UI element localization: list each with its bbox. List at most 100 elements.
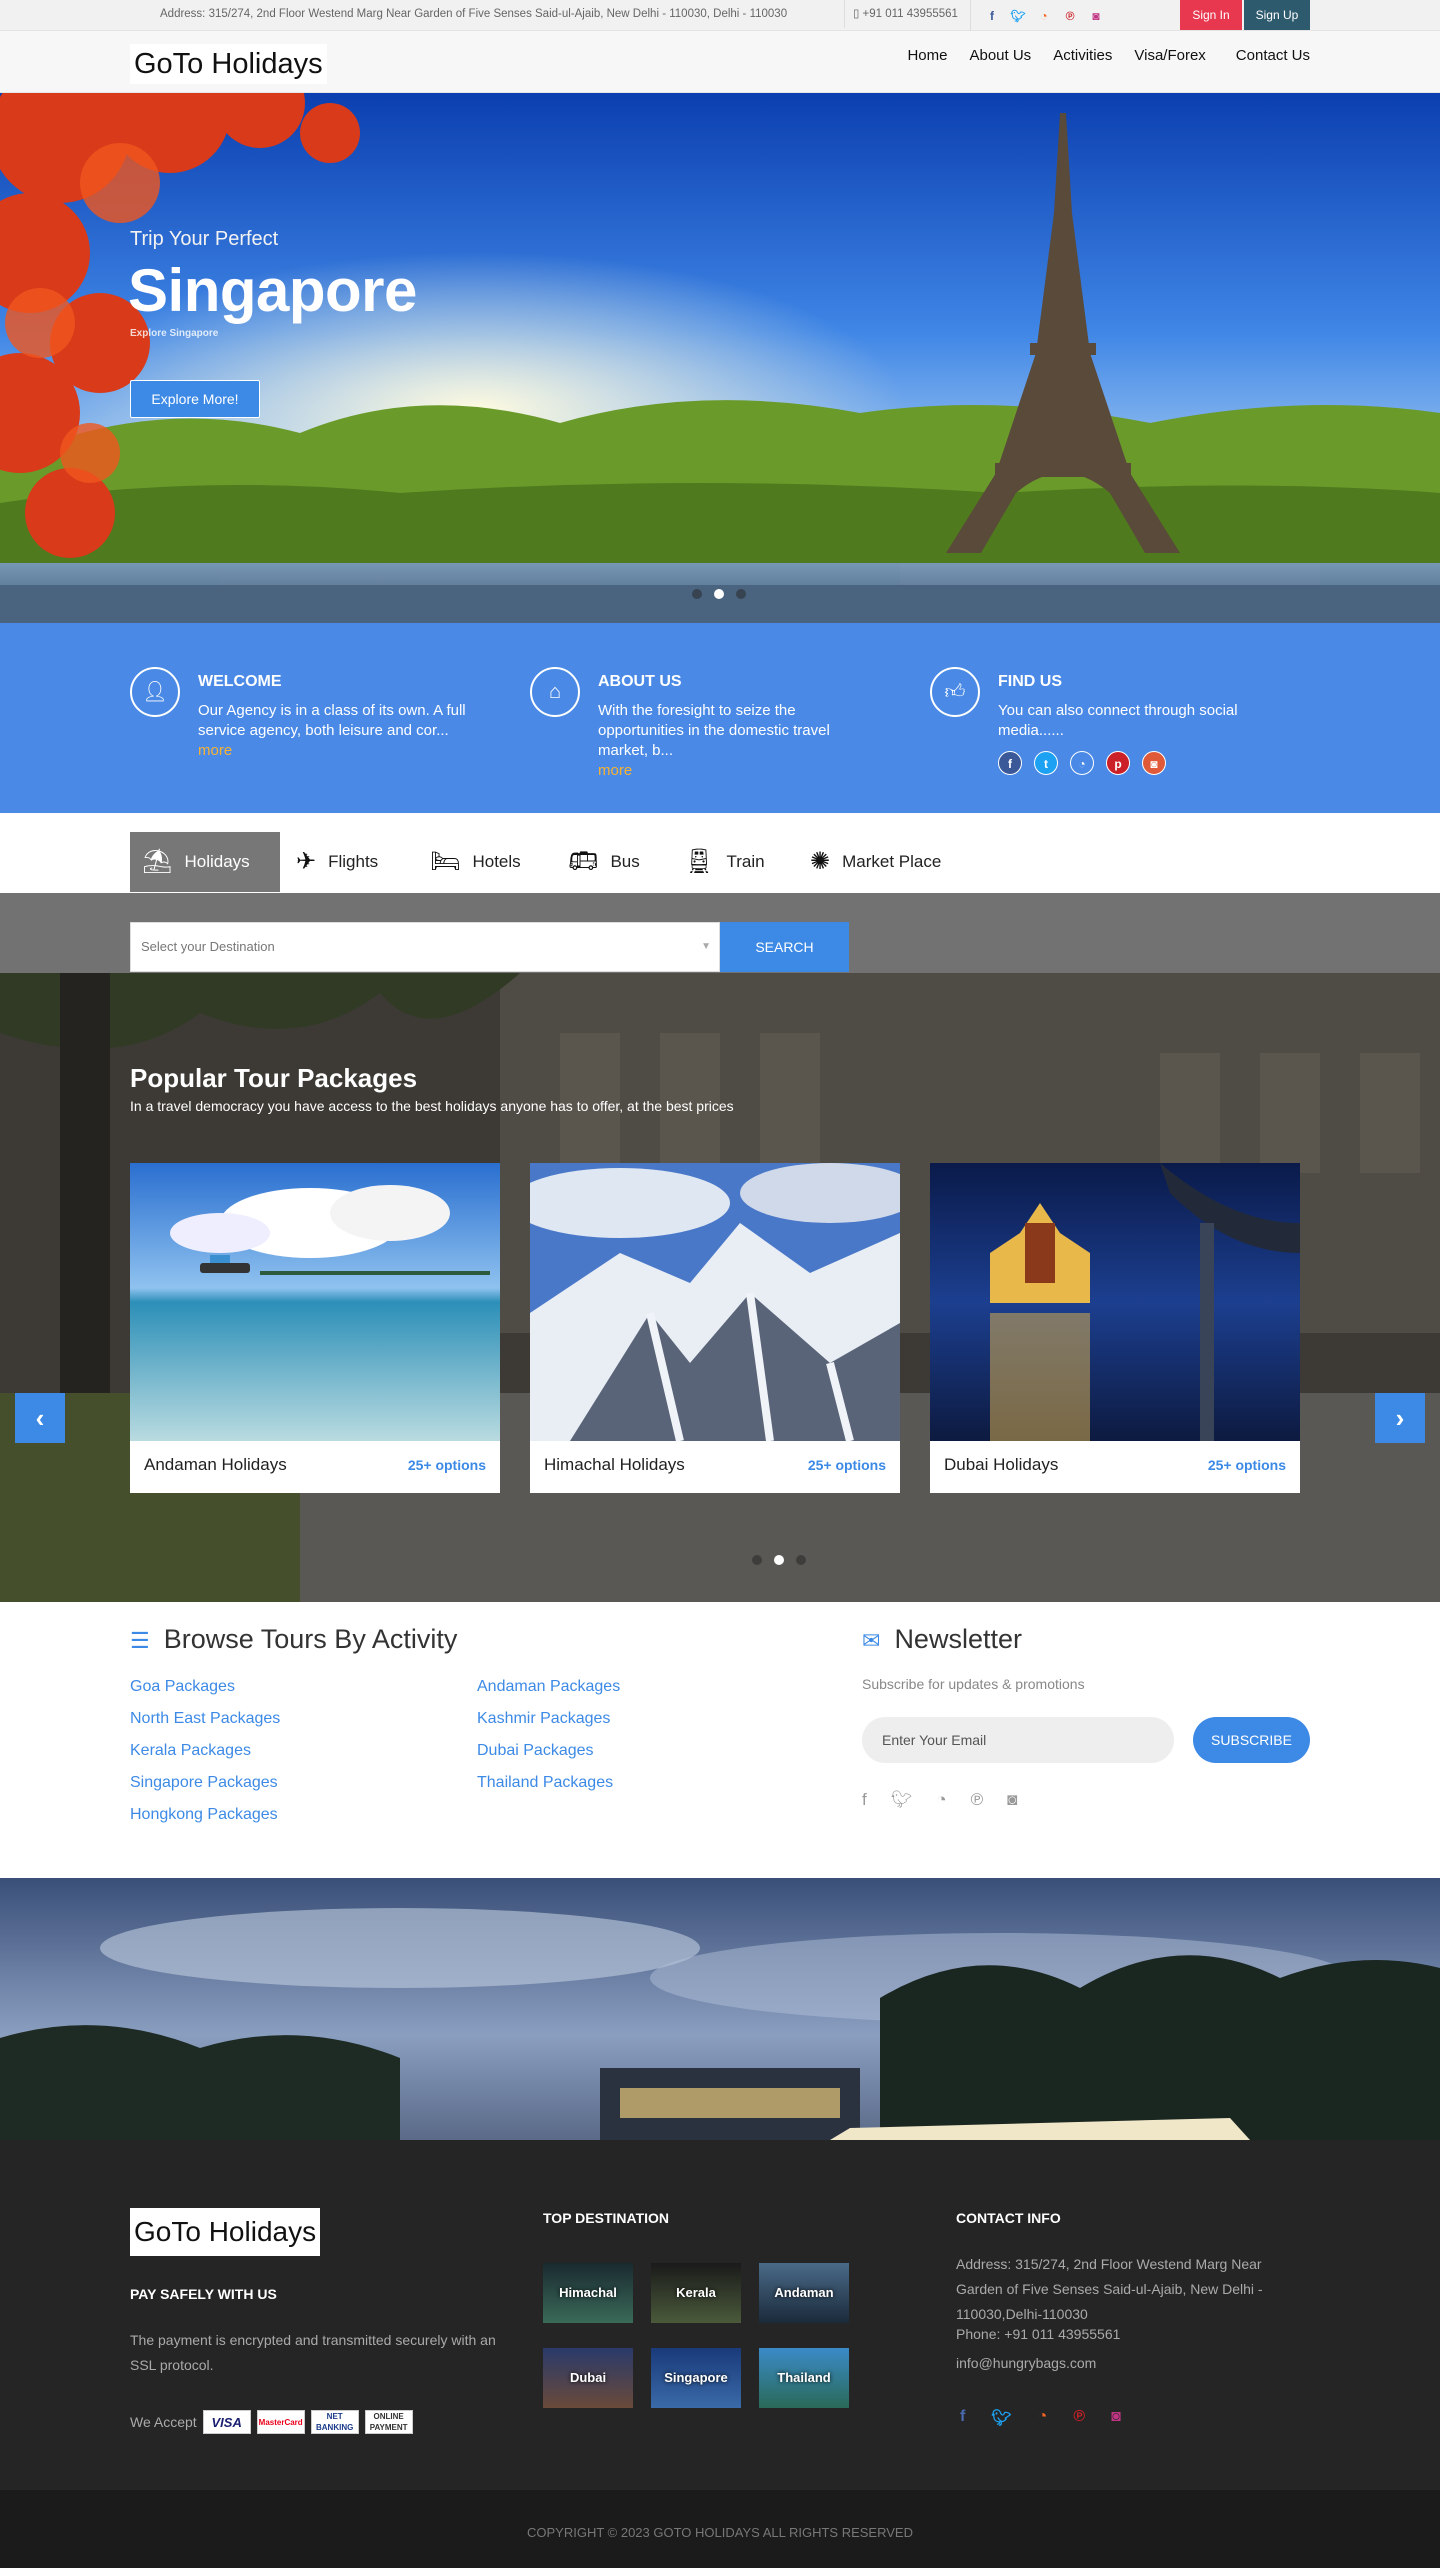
tab-holidays[interactable]: ⛱ Holidays xyxy=(130,832,280,892)
destination-select[interactable]: Select your Destination ▼ xyxy=(130,922,720,972)
beach-umbrella-icon: ⛱ xyxy=(142,848,173,875)
hero-dot-active[interactable] xyxy=(714,589,724,599)
pinterest-icon[interactable]: p xyxy=(1106,751,1130,775)
dest-thailand[interactable]: Thailand xyxy=(759,2348,849,2408)
package-card-dubai[interactable]: Dubai Holidays 25+ options xyxy=(930,1163,1300,1493)
contact-info-title: CONTACT INFO xyxy=(956,2210,1061,2226)
welcome-text: Our Agency is in a class of its own. A f… xyxy=(198,702,466,759)
nav-about-us[interactable]: About Us xyxy=(969,44,1031,68)
envelope-icon: ✉ xyxy=(862,1628,881,1653)
find-us-socials: f t ◔ p ◙ xyxy=(998,751,1178,775)
nav-home[interactable]: Home xyxy=(907,44,947,68)
twitter-icon[interactable]: t xyxy=(1034,751,1058,775)
chevron-left-icon: ‹ xyxy=(35,1403,45,1433)
footer-socials: f 🐦︎ ◔ ℗ ◙ xyxy=(960,2408,1147,2428)
site-logo[interactable]: GoTo Holidays xyxy=(130,44,327,84)
pinterest-icon[interactable]: ℗ xyxy=(1073,2408,1085,2428)
twitter-icon[interactable]: 🐦︎ xyxy=(891,1790,913,1810)
user-icon: 👤︎ xyxy=(130,667,180,717)
newsletter-socials: f 🐦︎ ◔ ℗ ◙ xyxy=(862,1790,1041,1810)
tab-hotels[interactable]: 🛏︎ Hotels xyxy=(430,832,521,892)
facebook-icon[interactable]: f xyxy=(998,751,1022,775)
tab-bus[interactable]: 🚌︎ Bus xyxy=(568,832,640,892)
find-us-text: You can also connect through social medi… xyxy=(998,702,1238,739)
sliders-icon: ☰ xyxy=(130,1628,150,1653)
andaman-image xyxy=(130,1163,500,1441)
contact-address: Address: 315/274, 2nd Floor Westend Marg… xyxy=(956,2256,1263,2322)
dest-dubai[interactable]: Dubai xyxy=(543,2348,633,2408)
rss-icon[interactable]: ◔ xyxy=(1038,2408,1048,2428)
nav-contact-us[interactable]: Contact Us xyxy=(1236,44,1310,68)
dest-kerala[interactable]: Kerala xyxy=(651,2263,741,2323)
carousel-dot[interactable] xyxy=(752,1555,762,1565)
twitter-icon[interactable]: 🐦︎ xyxy=(1005,9,1031,23)
nav-activities[interactable]: Activities xyxy=(1053,44,1112,68)
dest-andaman[interactable]: Andaman xyxy=(759,2263,849,2323)
chevron-right-icon: › xyxy=(1395,1403,1405,1433)
rss-icon[interactable]: ◔ xyxy=(1031,9,1057,23)
info-band: 👤︎ WELCOME Our Agency is in a class of i… xyxy=(0,623,1440,813)
link-goa-packages[interactable]: Goa Packages xyxy=(130,1678,235,1696)
newsletter-subtitle: Subscribe for updates & promotions xyxy=(862,1676,1085,1692)
link-singapore-packages[interactable]: Singapore Packages xyxy=(130,1774,278,1792)
chevron-down-icon: ▼ xyxy=(701,941,711,952)
dest-himachal[interactable]: Himachal xyxy=(543,2263,633,2323)
instagram-icon[interactable]: ◙ xyxy=(1007,1790,1017,1810)
tab-flights[interactable]: ✈ Flights xyxy=(296,832,378,892)
package-name: Himachal Holidays xyxy=(544,1455,685,1474)
carousel-dot[interactable] xyxy=(796,1555,806,1565)
pinterest-icon[interactable]: ℗ xyxy=(971,1790,984,1810)
dest-singapore[interactable]: Singapore xyxy=(651,2348,741,2408)
rss-icon[interactable]: ◔ xyxy=(936,1790,946,1810)
facebook-icon[interactable]: f xyxy=(979,9,1005,23)
link-thailand-packages[interactable]: Thailand Packages xyxy=(477,1774,613,1792)
tab-market-place[interactable]: ✺ Market Place xyxy=(810,832,941,892)
facebook-icon[interactable]: f xyxy=(960,2408,965,2428)
hero-dots xyxy=(686,589,752,599)
nav-visa-forex[interactable]: Visa/Forex xyxy=(1134,44,1205,68)
top-phone: ▯ +91 011 43955561 xyxy=(844,0,958,28)
facebook-icon[interactable]: f xyxy=(862,1790,867,1810)
hero-slider xyxy=(0,93,1440,623)
link-hongkong-packages[interactable]: Hongkong Packages xyxy=(130,1806,278,1824)
pinterest-icon[interactable]: ℗ xyxy=(1057,9,1083,23)
tab-train[interactable]: 🚆︎ Train xyxy=(684,832,765,892)
newsletter-title: ✉ Newsletter xyxy=(862,1624,1022,1654)
packages-subtitle: In a travel democracy you have access to… xyxy=(130,1098,734,1114)
package-name: Dubai Holidays xyxy=(944,1455,1059,1474)
hero-dot[interactable] xyxy=(692,589,702,599)
explore-more-button[interactable]: Explore More! xyxy=(130,380,260,418)
accepted-cards: We Accept VISA MasterCard NET BANKING ON… xyxy=(130,2410,413,2434)
hero-dot[interactable] xyxy=(736,589,746,599)
train-icon: 🚆︎ xyxy=(684,848,715,875)
link-kerala-packages[interactable]: Kerala Packages xyxy=(130,1742,251,1760)
carousel-prev-button[interactable]: ‹ xyxy=(15,1393,65,1443)
package-options: 25+ options xyxy=(807,1457,886,1473)
package-card-andaman[interactable]: Andaman Holidays 25+ options xyxy=(130,1163,500,1493)
welcome-more-link[interactable]: more xyxy=(198,742,232,759)
twitter-icon[interactable]: 🐦︎ xyxy=(991,2408,1011,2428)
instagram-icon[interactable]: ◙ xyxy=(1083,9,1109,23)
sign-in-button[interactable]: Sign In xyxy=(1180,0,1242,30)
top-destination-title: TOP DESTINATION xyxy=(543,2210,670,2226)
package-card-himachal[interactable]: Himachal Holidays 25+ options xyxy=(530,1163,900,1493)
contact-email[interactable]: info@hungrybags.com xyxy=(956,2351,1096,2376)
link-dubai-packages[interactable]: Dubai Packages xyxy=(477,1742,594,1760)
carousel-next-button[interactable]: › xyxy=(1375,1393,1425,1443)
hero-title: Singapore xyxy=(128,257,417,324)
search-button[interactable]: SEARCH xyxy=(720,922,849,972)
hero-image xyxy=(0,93,1440,623)
instagram-icon[interactable]: ◙ xyxy=(1111,2408,1121,2428)
we-accept-label: We Accept xyxy=(130,2414,197,2430)
link-andaman-packages[interactable]: Andaman Packages xyxy=(477,1678,620,1696)
instagram-icon[interactable]: ◙ xyxy=(1142,751,1166,775)
newsletter-email-input[interactable]: Enter Your Email xyxy=(862,1717,1174,1763)
footer-logo[interactable]: GoTo Holidays xyxy=(130,2208,321,2256)
subscribe-button[interactable]: SUBSCRIBE xyxy=(1193,1717,1310,1763)
sign-up-button[interactable]: Sign Up xyxy=(1244,0,1310,30)
link-kashmir-packages[interactable]: Kashmir Packages xyxy=(477,1710,610,1728)
link-north-east-packages[interactable]: North East Packages xyxy=(130,1710,280,1728)
about-more-link[interactable]: more xyxy=(598,762,632,779)
rss-icon[interactable]: ◔ xyxy=(1070,751,1094,775)
carousel-dot-active[interactable] xyxy=(774,1555,784,1565)
